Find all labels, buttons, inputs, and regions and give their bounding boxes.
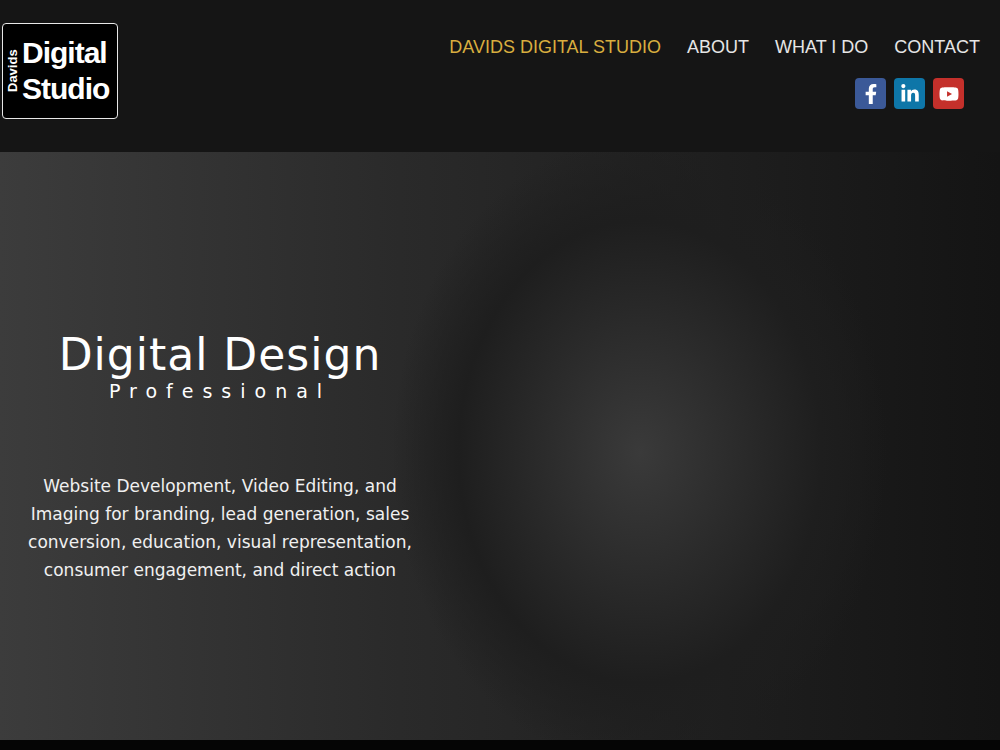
nav-item[interactable]: WHAT I DO [775, 37, 868, 58]
logo-line: Digital [22, 35, 109, 71]
hero: Digital DesignProfessional Website Develo… [0, 152, 1000, 740]
logo-lines: DigitalStudio [22, 30, 109, 112]
header: DavidsDigitalStudio DAVIDS DIGITAL STUDIO… [0, 0, 1000, 152]
logo-side-text: Davids [5, 30, 20, 112]
linkedin-icon[interactable] [894, 78, 925, 109]
page: DavidsDigitalStudio DAVIDS DIGITAL STUDIO… [0, 0, 1000, 750]
header-right: DAVIDS DIGITAL STUDIO ABOUT WHAT I DO CONTA… [449, 23, 980, 109]
description-line: conversion, education, visual representa… [28, 528, 412, 556]
hero-subtitle: Professional [109, 380, 331, 402]
hero-text: Digital DesignProfessional Website Develo… [0, 309, 440, 584]
description-line: Imaging for branding, lead generation, s… [31, 500, 409, 528]
nav: DAVIDS DIGITAL STUDIO ABOUT WHAT I DO CONTA… [449, 37, 980, 58]
description-line: Website Development, Video Editing, and [43, 472, 396, 500]
footer-strip [0, 740, 1000, 750]
youtube-icon[interactable] [933, 78, 964, 109]
description-line: consumer engagement, and direct action [44, 556, 396, 584]
facebook-icon[interactable] [855, 78, 886, 109]
nav-item[interactable]: ABOUT [687, 37, 749, 58]
logo[interactable]: DavidsDigitalStudio [2, 23, 118, 119]
hero-title: Digital Design [59, 329, 382, 380]
logo-line: Studio [22, 71, 109, 107]
nav-item[interactable]: CONTACT [894, 37, 980, 58]
nav-item[interactable]: DAVIDS DIGITAL STUDIO [449, 37, 661, 58]
social-links [855, 78, 980, 109]
hero-description: Website Development, Video Editing, andI… [28, 472, 412, 584]
